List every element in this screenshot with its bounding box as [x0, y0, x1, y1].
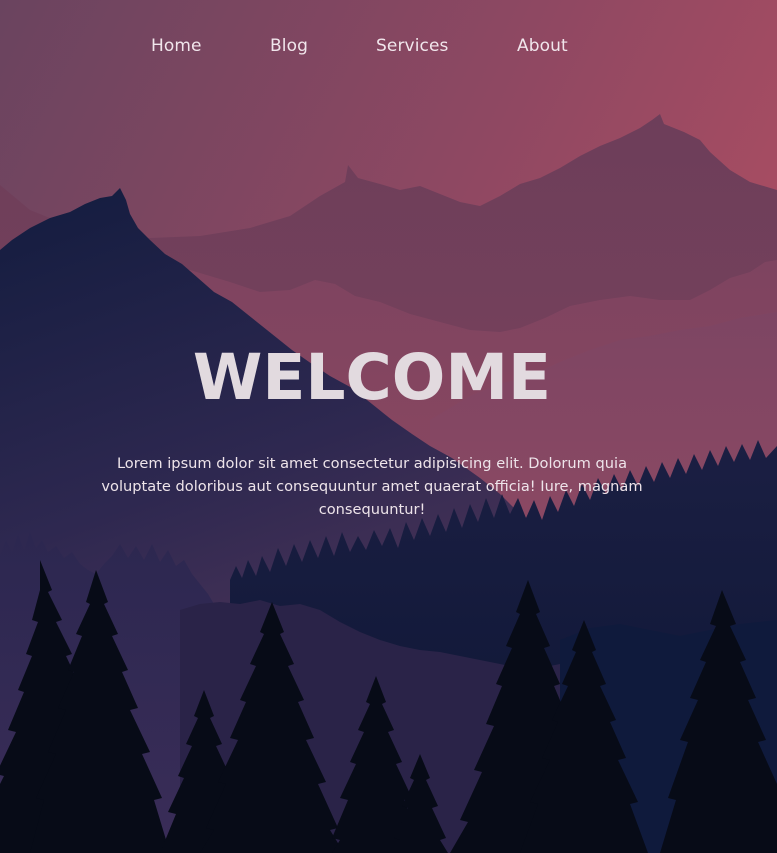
main-navigation: Home Blog Services About [0, 0, 777, 94]
landing-page: Home Blog Services About WELCOME Lorem i… [0, 0, 777, 853]
nav-link-blog[interactable]: Blog [270, 34, 308, 58]
hero-description: Lorem ipsum dolor sit amet consectetur a… [101, 455, 643, 518]
nav-link-services[interactable]: Services [376, 34, 449, 58]
hero-title: WELCOME [192, 341, 552, 414]
nav-link-about[interactable]: About [517, 34, 568, 58]
nav-link-home[interactable]: Home [151, 34, 202, 58]
mountain-forest-illustration [0, 0, 777, 853]
